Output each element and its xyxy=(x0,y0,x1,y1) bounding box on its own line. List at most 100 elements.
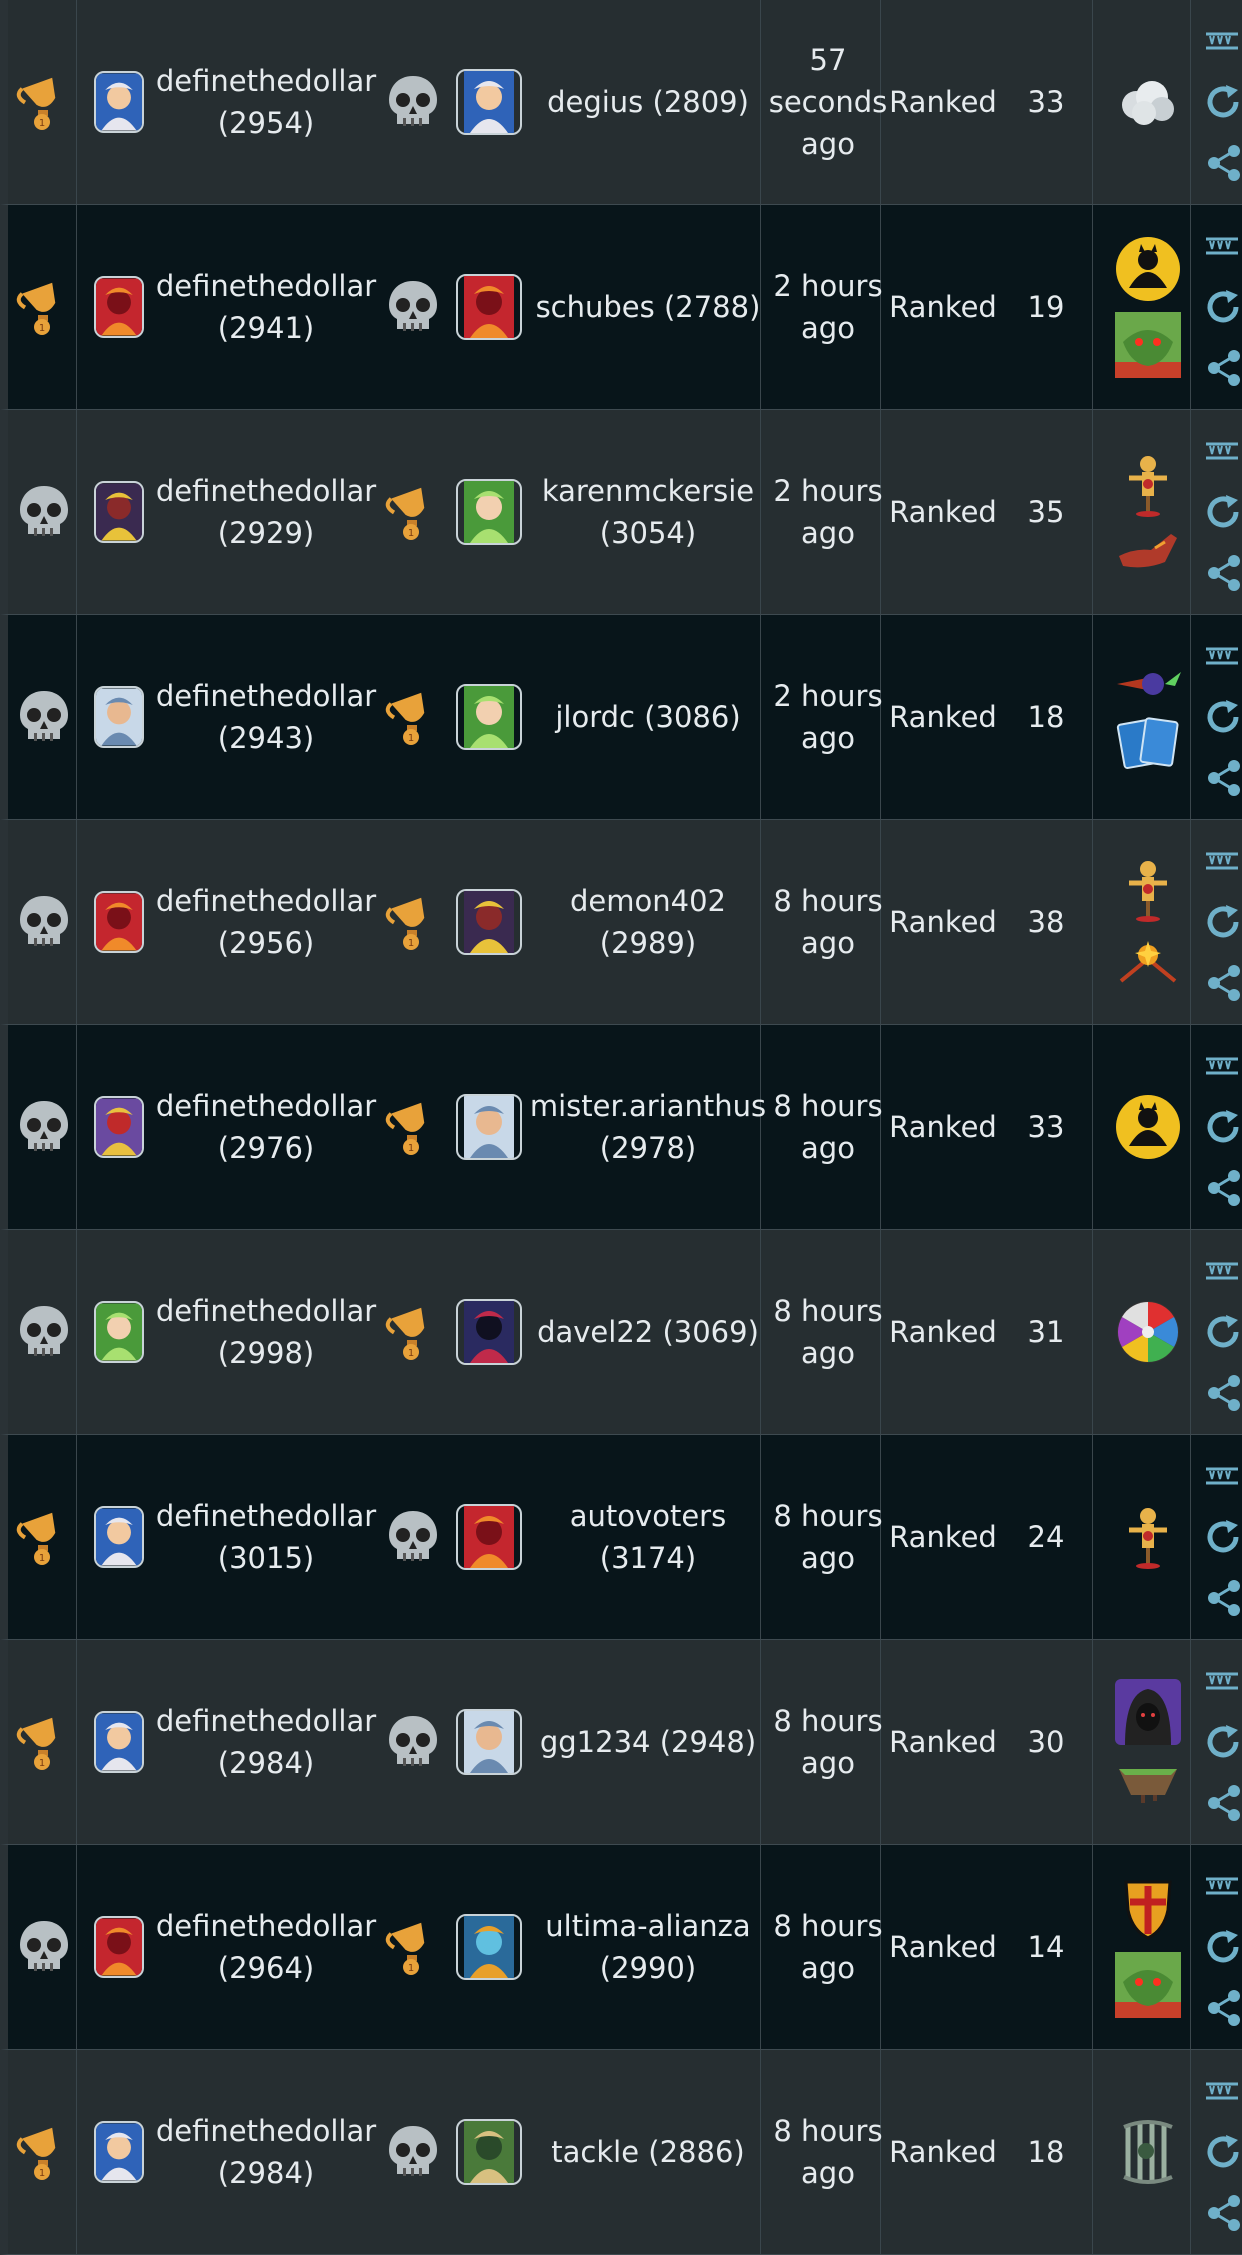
player2[interactable]: gg1234 (2948) xyxy=(528,1640,768,1844)
player2[interactable]: demon402 (2989) xyxy=(528,820,768,1024)
expand-icon[interactable] xyxy=(1204,1661,1242,1701)
player2-avatar[interactable] xyxy=(454,1435,524,1639)
replay-icon[interactable] xyxy=(1204,1107,1242,1147)
player1-avatar[interactable] xyxy=(88,820,150,1024)
player2[interactable]: mister.arianthus (2978) xyxy=(528,1025,768,1229)
player2-name[interactable]: schubes xyxy=(536,286,655,328)
player2-avatar[interactable] xyxy=(454,820,524,1024)
replay-icon[interactable] xyxy=(1204,697,1242,737)
share-icon[interactable] xyxy=(1204,1783,1242,1823)
player1[interactable]: definethedollar (2998) xyxy=(156,1230,376,1434)
player1-avatar[interactable] xyxy=(88,205,150,409)
expand-icon[interactable] xyxy=(1204,1046,1242,1086)
player2[interactable]: karenmckersie (3054) xyxy=(528,410,768,614)
replay-icon[interactable] xyxy=(1204,1312,1242,1352)
player1-name[interactable]: definethedollar xyxy=(156,1495,376,1537)
player1-avatar[interactable] xyxy=(88,1230,150,1434)
expand-icon[interactable] xyxy=(1204,1866,1242,1906)
share-icon[interactable] xyxy=(1204,1578,1242,1618)
replay-icon[interactable] xyxy=(1204,1927,1242,1967)
player2[interactable]: ultima-alianza (2990) xyxy=(528,1845,768,2049)
player1[interactable]: definethedollar (3015) xyxy=(156,1435,376,1639)
player1-name[interactable]: definethedollar xyxy=(156,675,376,717)
player2[interactable]: schubes (2788) xyxy=(528,205,768,409)
expand-icon[interactable] xyxy=(1204,1456,1242,1496)
replay-icon[interactable] xyxy=(1204,1722,1242,1762)
player1[interactable]: definethedollar (2929) xyxy=(156,410,376,614)
share-icon[interactable] xyxy=(1204,1168,1242,1208)
player2[interactable]: jlordc (3086) xyxy=(528,615,768,819)
player1-name[interactable]: definethedollar xyxy=(156,60,376,102)
share-icon[interactable] xyxy=(1204,1373,1242,1413)
player2-avatar[interactable] xyxy=(454,0,524,204)
player1-name[interactable]: definethedollar xyxy=(156,1085,376,1127)
player2-avatar[interactable] xyxy=(454,410,524,614)
player2-avatar[interactable] xyxy=(454,615,524,819)
player1-avatar[interactable] xyxy=(88,615,150,819)
player2-avatar[interactable] xyxy=(454,1845,524,2049)
share-icon[interactable] xyxy=(1204,348,1242,388)
player2-name[interactable]: degius xyxy=(547,81,643,123)
expand-icon[interactable] xyxy=(1204,2071,1242,2111)
player1-avatar[interactable] xyxy=(88,410,150,614)
player2[interactable]: autovoters (3174) xyxy=(528,1435,768,1639)
player2-name[interactable]: autovoters xyxy=(570,1495,726,1537)
expand-icon[interactable] xyxy=(1204,226,1242,266)
player2-avatar[interactable] xyxy=(454,205,524,409)
share-icon[interactable] xyxy=(1204,963,1242,1003)
expand-icon[interactable] xyxy=(1204,1251,1242,1291)
player1-avatar[interactable] xyxy=(88,0,150,204)
player2-name[interactable]: jlordc xyxy=(555,696,635,738)
player1[interactable]: definethedollar (2956) xyxy=(156,820,376,1024)
share-icon[interactable] xyxy=(1204,758,1242,798)
player1-avatar[interactable] xyxy=(88,1025,150,1229)
player1-name[interactable]: definethedollar xyxy=(156,265,376,307)
player1[interactable]: definethedollar (2941) xyxy=(156,205,376,409)
player1-name[interactable]: definethedollar xyxy=(156,1905,376,1947)
player2[interactable]: degius (2809) xyxy=(528,0,768,204)
share-icon[interactable] xyxy=(1204,1988,1242,2028)
player2-name[interactable]: karenmckersie xyxy=(542,470,754,512)
player2-name[interactable]: ultima-alianza xyxy=(545,1905,750,1947)
player1-avatar[interactable] xyxy=(88,1845,150,2049)
replay-icon[interactable] xyxy=(1204,287,1242,327)
player2[interactable]: tackle (2886) xyxy=(528,2050,768,2254)
replay-icon[interactable] xyxy=(1204,82,1242,122)
expand-icon[interactable] xyxy=(1204,431,1242,471)
expand-icon[interactable] xyxy=(1204,636,1242,676)
player1[interactable]: definethedollar (2984) xyxy=(156,1640,376,1844)
player1-name[interactable]: definethedollar xyxy=(156,1290,376,1332)
player2-avatar[interactable] xyxy=(454,1025,524,1229)
player2-name[interactable]: tackle xyxy=(551,2131,639,2173)
player1[interactable]: definethedollar (2984) xyxy=(156,2050,376,2254)
player2-avatar[interactable] xyxy=(454,1640,524,1844)
replay-icon[interactable] xyxy=(1204,2132,1242,2172)
replay-icon[interactable] xyxy=(1204,1517,1242,1557)
player2-name[interactable]: davel22 xyxy=(537,1311,653,1353)
player1-avatar[interactable] xyxy=(88,1640,150,1844)
player1[interactable]: definethedollar (2976) xyxy=(156,1025,376,1229)
player1-avatar[interactable] xyxy=(88,2050,150,2254)
player2-name[interactable]: gg1234 xyxy=(540,1721,651,1763)
player2-name[interactable]: demon402 xyxy=(570,880,726,922)
expand-icon[interactable] xyxy=(1204,21,1242,61)
share-icon[interactable] xyxy=(1204,553,1242,593)
skull-icon xyxy=(377,1435,449,1639)
player2-avatar[interactable] xyxy=(454,2050,524,2254)
player2-name[interactable]: mister.arianthus xyxy=(530,1085,766,1127)
share-icon[interactable] xyxy=(1204,143,1242,183)
player1-name[interactable]: definethedollar xyxy=(156,880,376,922)
share-icon[interactable] xyxy=(1204,2193,1242,2233)
player1-name[interactable]: definethedollar xyxy=(156,1700,376,1742)
player1[interactable]: definethedollar (2943) xyxy=(156,615,376,819)
expand-icon[interactable] xyxy=(1204,841,1242,881)
player1-name[interactable]: definethedollar xyxy=(156,470,376,512)
player2-avatar[interactable] xyxy=(454,1230,524,1434)
player1[interactable]: definethedollar (2964) xyxy=(156,1845,376,2049)
player1[interactable]: definethedollar (2954) xyxy=(156,0,376,204)
player2[interactable]: davel22 (3069) xyxy=(528,1230,768,1434)
player1-avatar[interactable] xyxy=(88,1435,150,1639)
player1-name[interactable]: definethedollar xyxy=(156,2110,376,2152)
replay-icon[interactable] xyxy=(1204,492,1242,532)
replay-icon[interactable] xyxy=(1204,902,1242,942)
